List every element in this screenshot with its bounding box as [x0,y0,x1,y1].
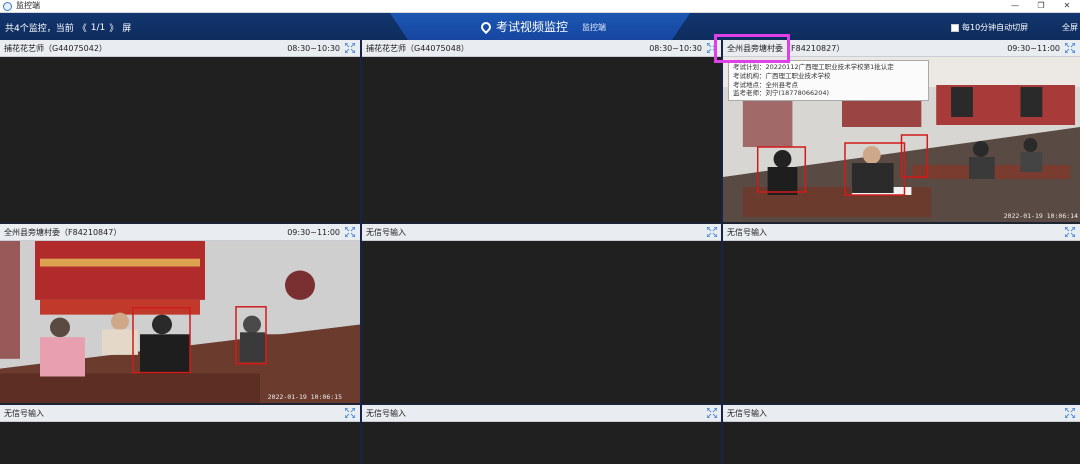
window-titlebar: 监控端 — ❐ ✕ [0,0,1080,13]
expand-icon[interactable] [345,43,355,53]
video-timestamp: 2022-01-19 10:06:14 [1003,212,1078,220]
monitor-cell[interactable]: 全州县旁塘村委（F84210847） 09:30~11:00 2022-01-19 … [0,224,360,403]
video-feed [0,57,360,222]
tooltip-line: 考试机构：广西理工职业技术学校 [733,71,831,80]
maximize-button[interactable]: ❐ [1028,0,1054,13]
window-title: 监控端 [16,1,40,10]
expand-icon[interactable] [345,408,355,418]
expand-icon[interactable] [1065,227,1075,237]
prev-page-button[interactable]: 《 [78,21,87,34]
video-feed [362,57,722,222]
cell-header: 无信号输入 [0,405,360,422]
cell-name[interactable]: 无信号输入 [366,408,406,419]
monitor-cell[interactable]: 无信号输入 [0,405,360,464]
cell-name[interactable]: 无信号输入 [727,408,767,419]
title-group: 考试视频监控 监控端 [478,18,607,35]
monitor-cell[interactable]: 无信号输入 [723,224,1080,403]
minimize-button[interactable]: — [1002,0,1028,13]
exam-info-tooltip: 考试计划：20220112广西理工职业技术学校第1批认定 考试机构：广西理工职业… [728,60,929,101]
page-subtitle: 监控端 [582,23,607,32]
location-pin-icon [478,19,494,34]
grid-separator [360,40,362,464]
cell-name[interactable]: 无信号输入 [727,227,767,238]
monitor-cell[interactable]: 捕花花艺师（G44075042） 08:30~10:30 [0,40,360,222]
video-feed [0,422,360,464]
cell-time: 09:30~11:00 [1007,44,1060,53]
header-bar: 共4个监控，当前 《 1/1 》 屏 考试视频监控 监控端 每10分钟自动切屏 … [0,13,1080,40]
autoswitch-toggle[interactable]: 每10分钟自动切屏 [951,22,1028,33]
cell-name[interactable]: 捕花花艺师（G44075048） [366,43,469,54]
monitor-cell[interactable]: 无信号输入 [723,405,1080,464]
expand-icon[interactable] [707,408,717,418]
cell-name[interactable]: 无信号输入 [4,408,44,419]
video-feed [362,422,722,464]
cell-header: 全州县旁塘村委（F84210847） 09:30~11:00 [0,224,360,241]
monitor-cell[interactable]: 无信号输入 [362,405,722,464]
cell-header: 无信号输入 [362,224,722,241]
expand-icon[interactable] [1065,43,1075,53]
classroom-video-frame [0,241,360,403]
video-timestamp: 2022-01-19 10:06:15 [267,393,342,401]
autoswitch-checkbox[interactable] [951,23,959,32]
expand-icon[interactable] [345,227,355,237]
page-indicator: 1/1 [90,22,106,33]
window-controls: — ❐ ✕ [1002,0,1080,13]
expand-icon[interactable] [707,227,717,237]
expand-icon[interactable] [1065,408,1075,418]
cell-time: 09:30~11:00 [287,228,340,237]
fullscreen-button[interactable]: 全屏 [1062,22,1078,33]
selection-highlight [714,34,790,63]
next-page-button[interactable]: 》 [109,21,118,34]
page-suffix: 屏 [122,24,132,34]
video-feed: 2022-01-19 10:06:15 [0,241,360,403]
monitor-cell[interactable]: 捕花花艺师（G44075048） 08:30~10:30 [362,40,722,222]
cell-time: 08:30~10:30 [287,44,340,53]
tooltip-line: 监考老师：刘宁(18778066204) [733,89,830,98]
app-icon [3,1,12,11]
video-feed [723,422,1080,464]
cell-header: 无信号输入 [723,405,1080,422]
monitor-count: 共4个监控，当前 《 1/1 》 屏 [5,21,132,35]
grid-separator [721,40,723,464]
video-feed [362,241,722,403]
cell-name[interactable]: 捕花花艺师（G44075042） [4,43,107,54]
autoswitch-label: 每10分钟自动切屏 [962,23,1029,32]
monitor-cell[interactable]: 无信号输入 [362,224,722,403]
cell-header: 无信号输入 [723,224,1080,241]
monitor-grid: 捕花花艺师（G44075042） 08:30~10:30 捕花花艺师（G440750… [0,40,1080,464]
cell-name[interactable]: 无信号输入 [366,227,406,238]
video-feed [723,241,1080,403]
cell-time: 08:30~10:30 [649,44,702,53]
tooltip-line: 考试计划：20220112广西理工职业技术学校第1批认定 [733,63,894,71]
close-button[interactable]: ✕ [1054,0,1080,13]
cell-header: 捕花花艺师（G44075042） 08:30~10:30 [0,40,360,57]
cell-name[interactable]: 全州县旁塘村委（F84210847） [4,227,121,238]
cell-header: 捕花花艺师（G44075048） 08:30~10:30 [362,40,722,57]
cell-header: 无信号输入 [362,405,722,422]
monitor-count-text: 共4个监控，当前 [5,24,74,34]
page-title: 考试视频监控 [496,20,569,34]
